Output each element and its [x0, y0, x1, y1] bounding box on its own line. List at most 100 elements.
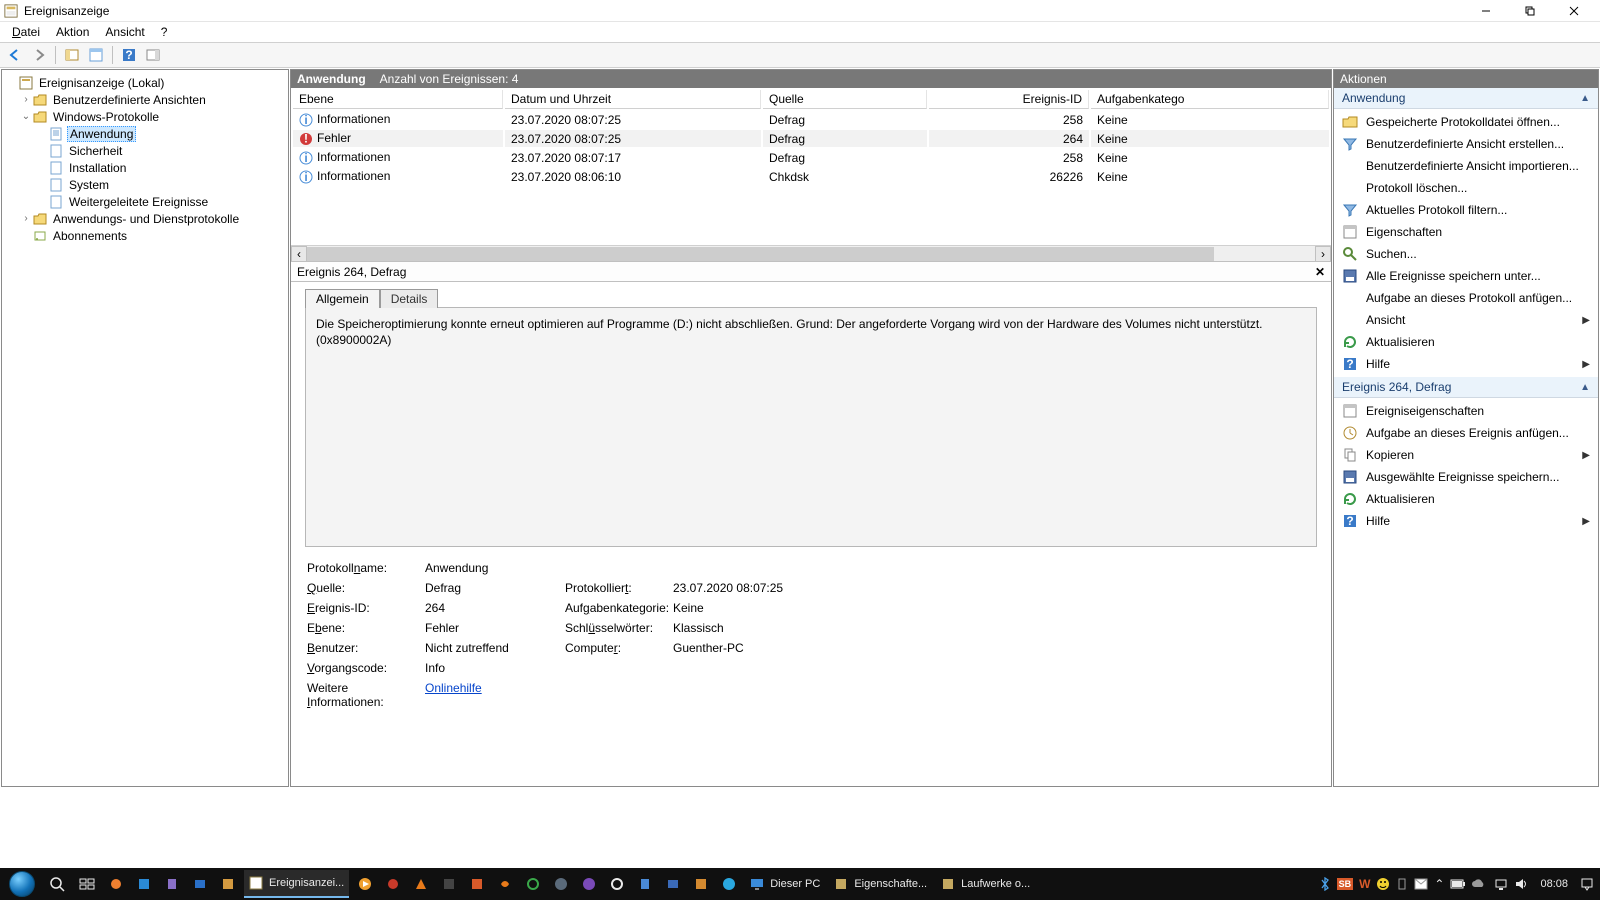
tray-battery-icon[interactable] — [1450, 879, 1466, 889]
show-hide-action-pane-button[interactable] — [142, 44, 164, 66]
taskbar-pin[interactable] — [493, 870, 517, 898]
tree-pane[interactable]: Ereignisanzeige (Lokal) › Benutzerdefini… — [1, 69, 289, 787]
col-datetime[interactable]: Datum und Uhrzeit — [505, 90, 761, 109]
taskbar-clock[interactable]: 08:08 — [1534, 878, 1574, 890]
action-find[interactable]: Suchen... — [1334, 243, 1598, 265]
tray-sb-icon[interactable]: SB — [1337, 878, 1354, 890]
collapse-icon[interactable]: ⌄ — [20, 111, 32, 122]
col-level[interactable]: Ebene — [293, 90, 503, 109]
menu-file[interactable]: Datei — [6, 23, 46, 41]
tree-security[interactable]: Sicherheit — [4, 142, 286, 159]
taskbar-pin[interactable] — [689, 870, 713, 898]
action-copy[interactable]: Kopieren▶ — [1334, 444, 1598, 466]
action-save-selected[interactable]: Ausgewählte Ereignisse speichern... — [1334, 466, 1598, 488]
scroll-track[interactable] — [307, 247, 1315, 261]
help-toolbar-button[interactable]: ? — [118, 44, 140, 66]
col-eventid[interactable]: Ereignis-ID — [929, 90, 1089, 109]
action-help-event[interactable]: ?Hilfe▶ — [1334, 510, 1598, 532]
taskbar-pin[interactable] — [132, 870, 156, 898]
taskbar-pin[interactable] — [521, 870, 545, 898]
tray-smiley-icon[interactable] — [1376, 877, 1390, 891]
action-clear-log[interactable]: Protokoll löschen... — [1334, 177, 1598, 199]
action-refresh[interactable]: Aktualisieren — [1334, 331, 1598, 353]
taskbar-pin[interactable] — [605, 870, 629, 898]
event-list[interactable]: Ebene Datum und Uhrzeit Quelle Ereignis-… — [291, 88, 1331, 187]
taskbar-eventviewer[interactable]: Ereignisanzei... — [244, 870, 349, 898]
taskbar-pin[interactable] — [661, 870, 685, 898]
tab-details[interactable]: Details — [380, 289, 439, 308]
properties-toolbar-button[interactable] — [85, 44, 107, 66]
action-create-custom-view[interactable]: Benutzerdefinierte Ansicht erstellen... — [1334, 133, 1598, 155]
tray-usb-icon[interactable] — [1396, 877, 1408, 891]
taskbar-this-pc[interactable]: Dieser PC — [745, 870, 825, 898]
action-properties[interactable]: Eigenschaften — [1334, 221, 1598, 243]
tree-windows-logs[interactable]: ⌄ Windows-Protokolle — [4, 108, 286, 125]
taskbar-pin[interactable] — [465, 870, 489, 898]
expand-icon[interactable]: › — [20, 213, 32, 224]
tray-volume-icon[interactable] — [1514, 877, 1528, 891]
maximize-button[interactable] — [1508, 0, 1552, 22]
tray-notifications-icon[interactable] — [1580, 877, 1594, 891]
tree-system[interactable]: System — [4, 176, 286, 193]
col-source[interactable]: Quelle — [763, 90, 927, 109]
taskbar-pin[interactable] — [381, 870, 405, 898]
taskbar-pin[interactable] — [437, 870, 461, 898]
menu-view[interactable]: Ansicht — [99, 23, 150, 41]
actions-section-application[interactable]: Anwendung ▲ — [1334, 88, 1598, 109]
taskbar-pin[interactable] — [104, 870, 128, 898]
table-row[interactable]: iInformationen 23.07.2020 08:06:10 Chkds… — [293, 168, 1329, 185]
forward-button[interactable] — [28, 44, 50, 66]
online-help-link[interactable]: Onlinehilfe — [425, 681, 482, 695]
close-button[interactable] — [1552, 0, 1596, 22]
show-hide-tree-button[interactable] — [61, 44, 83, 66]
tab-general[interactable]: Allgemein — [305, 289, 380, 308]
task-view-button[interactable] — [74, 870, 100, 898]
action-help[interactable]: ?Hilfe▶ — [1334, 353, 1598, 375]
tree-forwarded[interactable]: Weitergeleitete Ereignisse — [4, 193, 286, 210]
minimize-button[interactable] — [1464, 0, 1508, 22]
taskbar-pin[interactable] — [216, 870, 240, 898]
tree-custom-views[interactable]: › Benutzerdefinierte Ansichten — [4, 91, 286, 108]
actions-section-event[interactable]: Ereignis 264, Defrag ▲ — [1334, 377, 1598, 398]
system-tray[interactable]: SB W ⌃ 08:08 — [1319, 877, 1596, 891]
expand-icon[interactable]: › — [20, 94, 32, 105]
menu-action[interactable]: Aktion — [50, 23, 95, 41]
collapse-icon[interactable]: ▲ — [1580, 93, 1590, 104]
table-row[interactable]: !Fehler 23.07.2020 08:07:25 Defrag 264 K… — [293, 130, 1329, 147]
back-button[interactable] — [4, 44, 26, 66]
action-open-saved-log[interactable]: Gespeicherte Protokolldatei öffnen... — [1334, 111, 1598, 133]
tray-network-icon[interactable] — [1494, 877, 1508, 891]
taskbar-pin[interactable] — [409, 870, 433, 898]
start-button[interactable] — [4, 870, 40, 898]
taskbar-pin[interactable] — [717, 870, 741, 898]
action-import-custom-view[interactable]: Benutzerdefinierte Ansicht importieren..… — [1334, 155, 1598, 177]
action-view-submenu[interactable]: Ansicht▶ — [1334, 309, 1598, 331]
taskbar[interactable]: Ereignisanzei... Dieser PC Eigenschafte.… — [0, 868, 1600, 900]
tray-bluetooth-icon[interactable] — [1319, 877, 1331, 891]
tree-subscriptions[interactable]: Abonnements — [4, 227, 286, 244]
table-row[interactable]: iInformationen 23.07.2020 08:07:17 Defra… — [293, 149, 1329, 166]
taskbar-pin[interactable] — [633, 870, 657, 898]
scroll-right-button[interactable]: › — [1315, 246, 1331, 262]
taskbar-properties[interactable]: Eigenschafte... — [829, 870, 932, 898]
action-event-properties[interactable]: Ereigniseigenschaften — [1334, 400, 1598, 422]
tray-onedrive-icon[interactable] — [1472, 878, 1488, 890]
scroll-left-button[interactable]: ‹ — [291, 246, 307, 262]
tray-mail-icon[interactable] — [1414, 878, 1428, 890]
tray-chevron-icon[interactable]: ⌃ — [1434, 877, 1444, 891]
action-attach-task-log[interactable]: Aufgabe an dieses Protokoll anfügen... — [1334, 287, 1598, 309]
search-button[interactable] — [44, 870, 70, 898]
col-taskcat[interactable]: Aufgabenkatego — [1091, 90, 1329, 109]
taskbar-drives[interactable]: Laufwerke o... — [936, 870, 1035, 898]
taskbar-pin[interactable] — [353, 870, 377, 898]
tree-setup[interactable]: Installation — [4, 159, 286, 176]
action-save-all-events[interactable]: Alle Ereignisse speichern unter... — [1334, 265, 1598, 287]
tree-application[interactable]: Anwendung — [4, 125, 286, 142]
taskbar-pin[interactable] — [577, 870, 601, 898]
horizontal-scrollbar[interactable]: ‹ › — [291, 245, 1331, 261]
tree-root[interactable]: Ereignisanzeige (Lokal) — [4, 74, 286, 91]
action-filter-current-log[interactable]: Aktuelles Protokoll filtern... — [1334, 199, 1598, 221]
close-detail-button[interactable]: ✕ — [1315, 265, 1325, 279]
taskbar-pin[interactable] — [549, 870, 573, 898]
tree-app-service-logs[interactable]: › Anwendungs- und Dienstprotokolle — [4, 210, 286, 227]
